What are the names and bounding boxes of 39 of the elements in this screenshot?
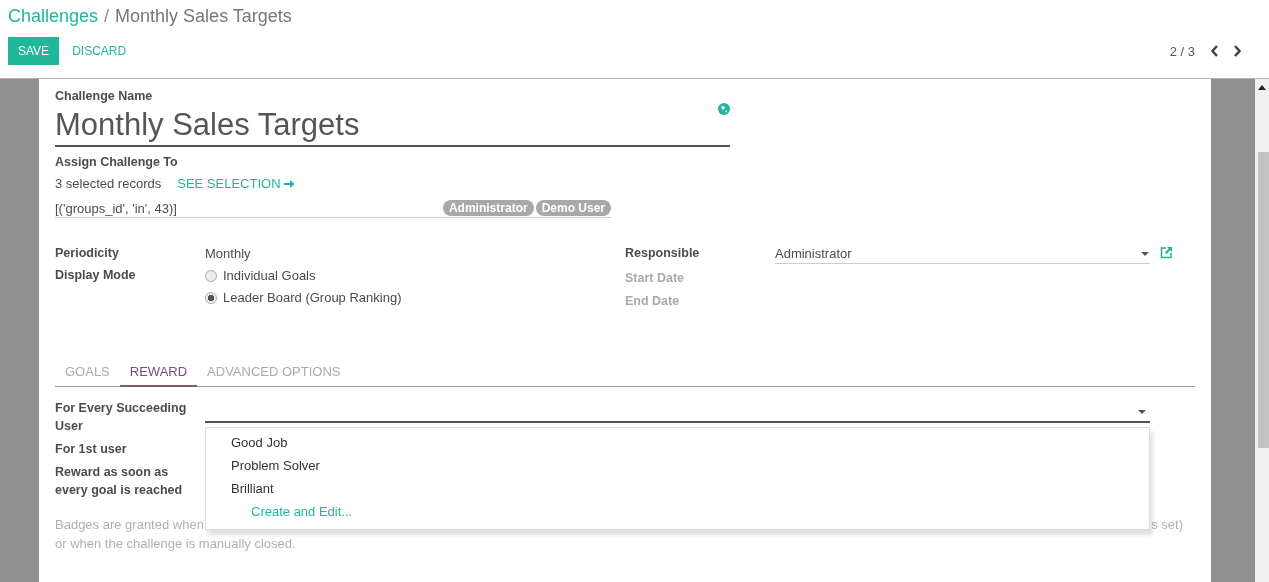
field-label: End Date bbox=[625, 294, 681, 308]
help-text: or when the challenge is manually closed. bbox=[55, 535, 297, 553]
breadcrumb-separator: / bbox=[104, 6, 110, 27]
radio-option[interactable]: Individual Goals bbox=[205, 268, 402, 283]
caret-icon bbox=[1138, 410, 1146, 414]
help-text: Badges are granted when bbox=[55, 516, 204, 534]
chevron-left-icon bbox=[1211, 45, 1219, 57]
field-label: For 1st user bbox=[55, 441, 128, 458]
radio-button[interactable] bbox=[205, 269, 217, 282]
challenge-name-input[interactable]: Monthly Sales Targets bbox=[55, 104, 718, 145]
dropdown-option[interactable]: Brilliant bbox=[206, 477, 1149, 500]
field-label: Assign Challenge To bbox=[55, 155, 179, 169]
previous-button[interactable] bbox=[1209, 45, 1221, 57]
pager-counter: 2 / 3 bbox=[1169, 43, 1195, 59]
breadcrumb-current: Monthly Sales Targets bbox=[115, 6, 292, 27]
chevron-right-icon bbox=[1233, 45, 1241, 57]
scrollbar[interactable] bbox=[1255, 79, 1269, 582]
field-label: Reward as soon as every goal is reached bbox=[55, 464, 184, 499]
domain-field[interactable]: [('groups_id', 'in', 43)] bbox=[55, 200, 441, 216]
dropdown-option[interactable]: Problem Solver bbox=[206, 454, 1149, 477]
arrow-right-icon bbox=[283, 178, 295, 189]
field-label: Start Date bbox=[625, 271, 686, 285]
tab[interactable]: REWARD bbox=[119, 360, 198, 387]
radio-button[interactable] bbox=[205, 291, 217, 304]
caret-icon bbox=[1141, 251, 1149, 256]
field-label: Periodicity bbox=[55, 246, 120, 260]
field-label: Display Mode bbox=[55, 268, 137, 282]
dropdown-option[interactable]: Good Job bbox=[206, 431, 1149, 454]
help-text: s set) bbox=[1151, 516, 1183, 534]
radio-option[interactable]: Leader Board (Group Ranking) bbox=[205, 290, 402, 305]
field-label: For Every Succeeding User bbox=[55, 400, 188, 435]
selection-count: 3 selected records bbox=[55, 176, 162, 191]
field-label: Responsible bbox=[625, 246, 701, 260]
field-value: Monthly bbox=[205, 246, 251, 261]
user-tag: Demo User bbox=[535, 200, 611, 216]
responsible-select[interactable]: Administrator bbox=[775, 246, 1150, 264]
next-button[interactable] bbox=[1231, 45, 1243, 57]
user-tag: Administrator bbox=[442, 200, 534, 216]
field-label: Challenge Name bbox=[55, 89, 154, 103]
